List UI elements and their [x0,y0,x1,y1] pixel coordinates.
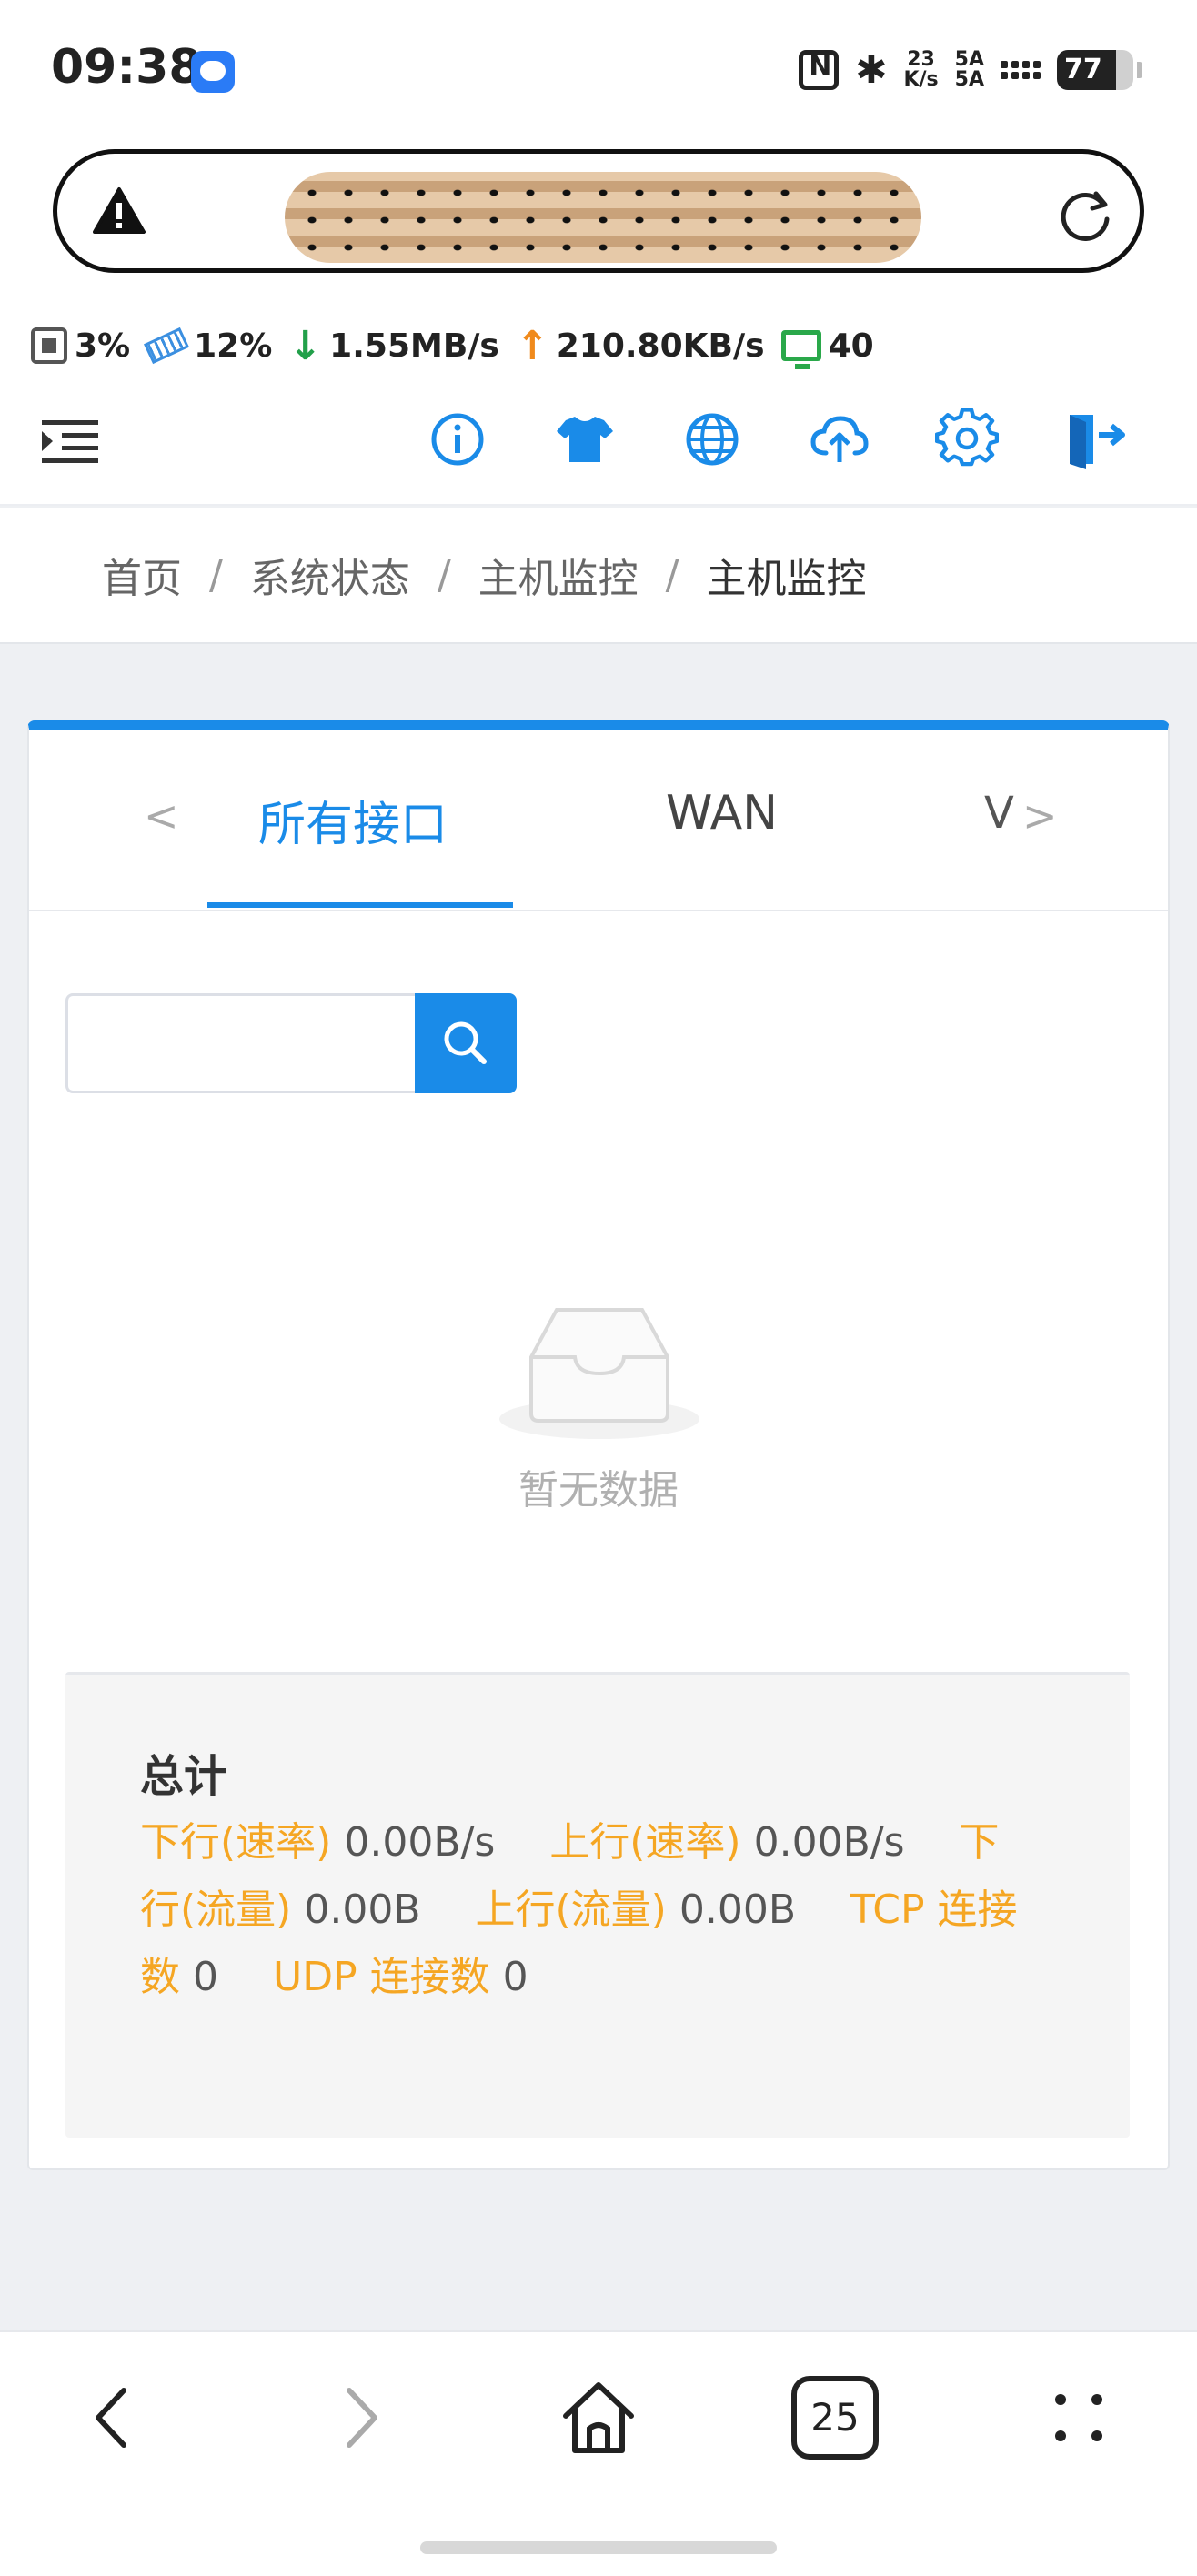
address-bar[interactable] [53,149,1144,273]
tab-prev-icon[interactable]: < [144,791,179,840]
browser-url-area [0,136,1197,309]
monitor-icon [780,330,821,369]
gear-icon[interactable] [935,408,999,471]
redacted-url [285,172,921,263]
back-icon[interactable] [69,2372,160,2463]
up-rate-label: 上行(速率) [549,1819,741,1866]
cpu-usage: 3% [31,327,130,365]
home-indicator[interactable] [420,2541,777,2554]
download-speed: ↓ 1.55MB/s [288,322,499,369]
status-icons: ✱ 23 K/s 5A 5A 77 [799,47,1142,92]
signal-labels: 5A 5A [954,47,984,91]
summary-title: 总计 [140,1751,228,1802]
tabs-count-button[interactable]: 25 [791,2376,879,2460]
breadcrumb-system-status[interactable]: 系统状态 [250,546,410,604]
memory-icon [144,327,190,365]
browser-bottom-nav: 25 [0,2330,1197,2576]
breadcrumb-current: 主机监控 [706,556,867,602]
more-icon[interactable] [1033,2372,1124,2463]
battery-level: 77 [1064,53,1102,86]
globe-icon[interactable] [680,408,744,471]
interface-tabs: < 所有接口 WAN V > [29,730,1168,911]
router-monitor-strip: 3% 12% ↓ 1.55MB/s ↑ 210.80KB/s 40 [0,309,1197,382]
cloud-upload-icon[interactable] [808,408,871,471]
cpu-icon [31,327,67,364]
top-toolbar [0,382,1197,506]
memory-usage: 12% [144,327,272,365]
down-rate-label: 下行(速率) [140,1819,332,1866]
tab-clipped[interactable]: V [984,788,1014,839]
status-bar: 09:38 ✱ 23 K/s 5A 5A 77 [0,0,1197,136]
udp-label: UDP 连接数 [273,1954,490,2000]
summary-stats: 下行(速率) 0.00B/s 上行(速率) 0.00B/s 下行(流量) 0.0… [140,1809,1031,2011]
connected-devices: 40 [780,327,874,369]
search-button[interactable] [415,993,517,1093]
network-speed: 23 K/s [903,47,939,91]
arrow-up-icon: ↑ [515,322,549,369]
udp-value: 0 [502,1954,528,2000]
battery-tip [1137,61,1142,78]
tcp-value: 0 [193,1954,218,2000]
tab-next-icon[interactable]: > [1022,791,1058,840]
host-monitor-card: < 所有接口 WAN V > 暂无数据 总计 下行(速率) 0.00B/s 上行… [27,720,1170,2170]
breadcrumb-separator: / [437,551,451,599]
warning-triangle-icon[interactable] [92,186,146,236]
down-traffic-value: 0.00B [304,1887,421,1933]
up-rate-value: 0.00B/s [753,1819,905,1866]
forward-icon[interactable] [313,2372,404,2463]
breadcrumb-host-monitor[interactable]: 主机监控 [478,546,639,604]
arrow-down-icon: ↓ [288,322,323,369]
summary-panel: 总计 下行(速率) 0.00B/s 上行(速率) 0.00B/s 下行(流量) … [65,1672,1130,2138]
shirt-icon[interactable] [553,408,617,471]
up-traffic-label: 上行(流量) [475,1887,667,1933]
tabs-count: 25 [810,2395,860,2440]
message-notification-icon [191,51,235,93]
nfc-icon [799,49,840,90]
breadcrumb: 首页 / 系统状态 / 主机监控 / 主机监控 [0,508,1197,644]
tab-wan[interactable]: WAN [666,786,778,840]
reload-icon[interactable] [1058,186,1114,243]
info-icon[interactable] [426,408,489,471]
search-icon [444,1021,487,1064]
active-tab-indicator [207,902,513,908]
upload-speed: ↑ 210.80KB/s [515,322,765,369]
empty-inbox-icon [499,1308,699,1439]
signal-strength-icon [1001,60,1041,79]
up-traffic-value: 0.00B [679,1887,796,1933]
clock: 09:38 [51,40,202,95]
empty-text: 暂无数据 [518,1467,679,1514]
breadcrumb-separator: / [665,551,679,599]
breadcrumb-home[interactable]: 首页 [102,546,182,604]
bluetooth-icon: ✱ [855,47,888,92]
tab-all-interfaces[interactable]: 所有接口 [258,786,448,854]
breadcrumb-separator: / [209,551,223,599]
search-input[interactable] [65,993,415,1093]
down-rate-value: 0.00B/s [344,1819,496,1866]
logout-icon[interactable] [1062,408,1126,471]
home-icon[interactable] [553,2372,644,2463]
menu-collapse-icon[interactable] [38,409,102,473]
battery-icon: 77 [1057,49,1133,90]
